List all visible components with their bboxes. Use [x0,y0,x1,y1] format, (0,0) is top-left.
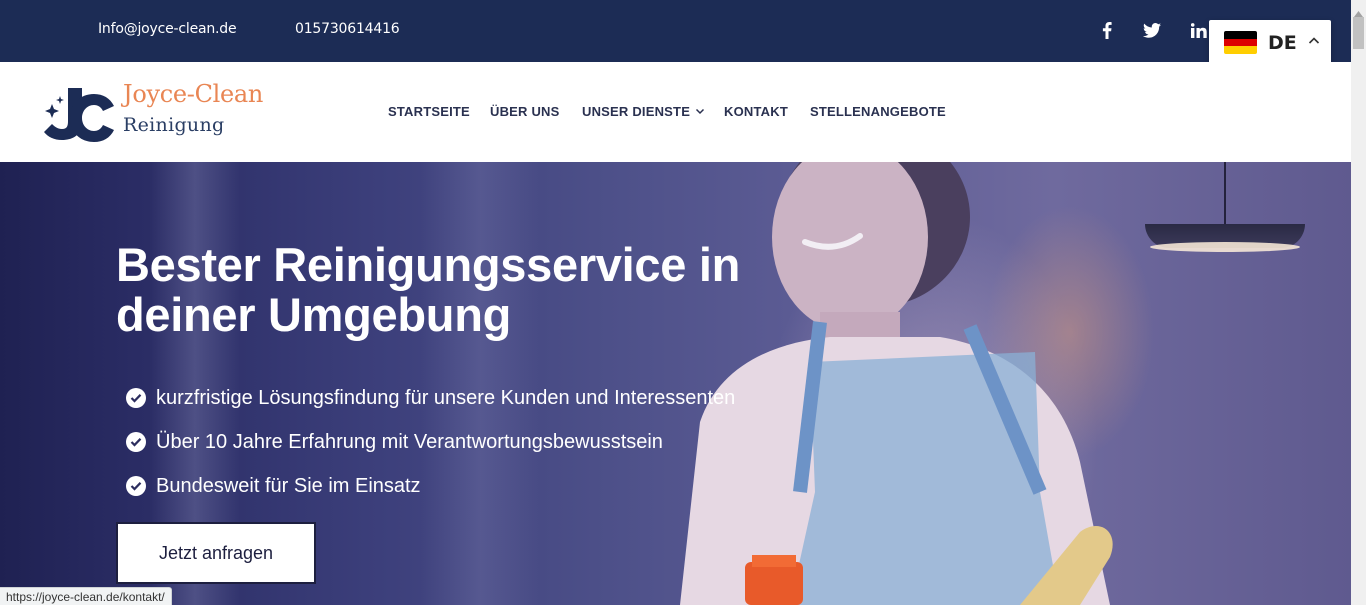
check-circle-icon [126,388,146,408]
nav-item-kontakt[interactable]: KONTAKT [724,104,788,119]
check-circle-icon [126,476,146,496]
nav-item-unser-dienste[interactable]: UNSER DIENSTE [582,104,705,119]
nav-item-label: UNSER DIENSTE [582,104,691,119]
logo-icon[interactable] [38,82,118,146]
hero-title: Bester Reinigungsservice in deiner Umgeb… [116,238,741,341]
hero-bullet-list: kurzfristige Lösungsfindung für unsere K… [126,376,735,508]
hero-section: Bester Reinigungsservice in deiner Umgeb… [0,162,1351,605]
bullet-text: Bundesweit für Sie im Einsatz [156,474,421,497]
lamp-cord [1224,162,1226,224]
phone-link[interactable]: 015730614416 [295,21,400,37]
list-item: kurzfristige Lösungsfindung für unsere K… [126,376,735,420]
chevron-down-icon [695,104,705,119]
site-header: Joyce-Clean Reinigung STARTSEITE ÜBER UN… [0,62,1351,162]
germany-flag-icon [1224,31,1257,54]
logo-title[interactable]: Joyce-Clean [123,80,263,108]
list-item: Bundesweit für Sie im Einsatz [126,464,735,508]
nav-item-label: ÜBER UNS [490,104,560,119]
twitter-icon[interactable] [1141,18,1163,42]
nav-item-stellenangebote[interactable]: STELLENANGEBOTE [810,104,946,119]
nav-item-label: KONTAKT [724,104,788,119]
chevron-up-icon [1308,34,1320,52]
request-quote-button[interactable]: Jetzt anfragen [116,522,316,584]
bullet-text: Über 10 Jahre Erfahrung mit Verantwortun… [156,430,663,453]
linkedin-icon[interactable] [1189,18,1209,42]
scrollbar-thumb[interactable] [1353,17,1364,49]
top-contact-bar: Info@joyce-clean.de 015730614416 [0,0,1351,62]
language-code: DE [1268,32,1297,54]
nav-item-label: STELLENANGEBOTE [810,104,946,119]
list-item: Über 10 Jahre Erfahrung mit Verantwortun… [126,420,735,464]
nav-item-startseite[interactable]: STARTSEITE [388,104,470,119]
page-scrollbar[interactable] [1351,0,1366,605]
nav-item-ueber-uns[interactable]: ÜBER UNS [490,104,560,119]
bullet-text: kurzfristige Lösungsfindung für unsere K… [156,386,736,409]
check-circle-icon [126,432,146,452]
logo-subtitle[interactable]: Reinigung [123,114,224,136]
nav-item-label: STARTSEITE [388,104,470,119]
link-status-bar: https://joyce-clean.de/kontakt/ [0,587,172,605]
facebook-icon[interactable] [1098,18,1116,42]
language-switcher[interactable]: DE [1209,20,1331,64]
email-link[interactable]: Info@joyce-clean.de [98,21,237,37]
